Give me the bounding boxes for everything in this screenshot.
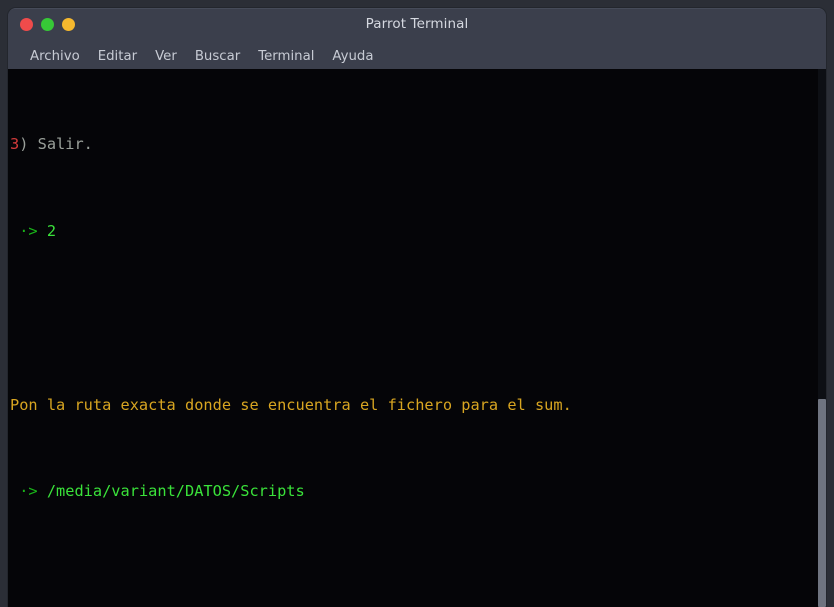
title-bar[interactable]: Parrot Terminal xyxy=(8,8,826,43)
menu-bar: Archivo Editar Ver Buscar Terminal Ayuda xyxy=(8,43,826,70)
minimize-button[interactable] xyxy=(41,18,54,31)
terminal-window: Parrot Terminal Archivo Editar Ver Busca… xyxy=(0,0,834,607)
menu-item-ayuda[interactable]: Ayuda xyxy=(323,47,382,67)
menu-item-ver[interactable]: Ver xyxy=(146,47,186,67)
scrollbar-track[interactable] xyxy=(818,69,826,607)
terminal-output-area[interactable]: 3) Salir. ·> 2 Pon la ruta exacta donde … xyxy=(8,69,826,607)
ask-path-line: Pon la ruta exacta donde se encuentra el… xyxy=(8,395,818,417)
menu-item-archivo[interactable]: Archivo xyxy=(21,47,89,67)
window-controls xyxy=(20,18,75,31)
menu-option-number: 3 xyxy=(10,135,20,154)
menu-answer-value: 2 xyxy=(46,221,57,240)
menu-option-label: ) Salir. xyxy=(19,135,93,154)
menu-item-editar[interactable]: Editar xyxy=(89,47,146,67)
ask-path-text: Pon la ruta exacta donde se encuentra el… xyxy=(10,395,572,414)
scrollbar-thumb[interactable] xyxy=(818,399,826,607)
maximize-button[interactable] xyxy=(62,18,75,31)
menu-item-buscar[interactable]: Buscar xyxy=(186,47,249,67)
menu-option-line: 3) Salir. xyxy=(8,134,818,156)
window-title: Parrot Terminal xyxy=(365,16,469,32)
answer-path-line: ·> /media/variant/DATOS/Scripts xyxy=(8,481,818,503)
answer-path-value: /media/variant/DATOS/Scripts xyxy=(46,482,305,501)
menu-answer-line: ·> 2 xyxy=(8,221,818,243)
close-button[interactable] xyxy=(20,18,33,31)
menu-item-terminal[interactable]: Terminal xyxy=(249,47,323,67)
prompt-symbol: ·> xyxy=(10,221,47,240)
terminal-screen[interactable]: 3) Salir. ·> 2 Pon la ruta exacta donde … xyxy=(8,69,818,607)
prompt-symbol: ·> xyxy=(10,482,47,501)
